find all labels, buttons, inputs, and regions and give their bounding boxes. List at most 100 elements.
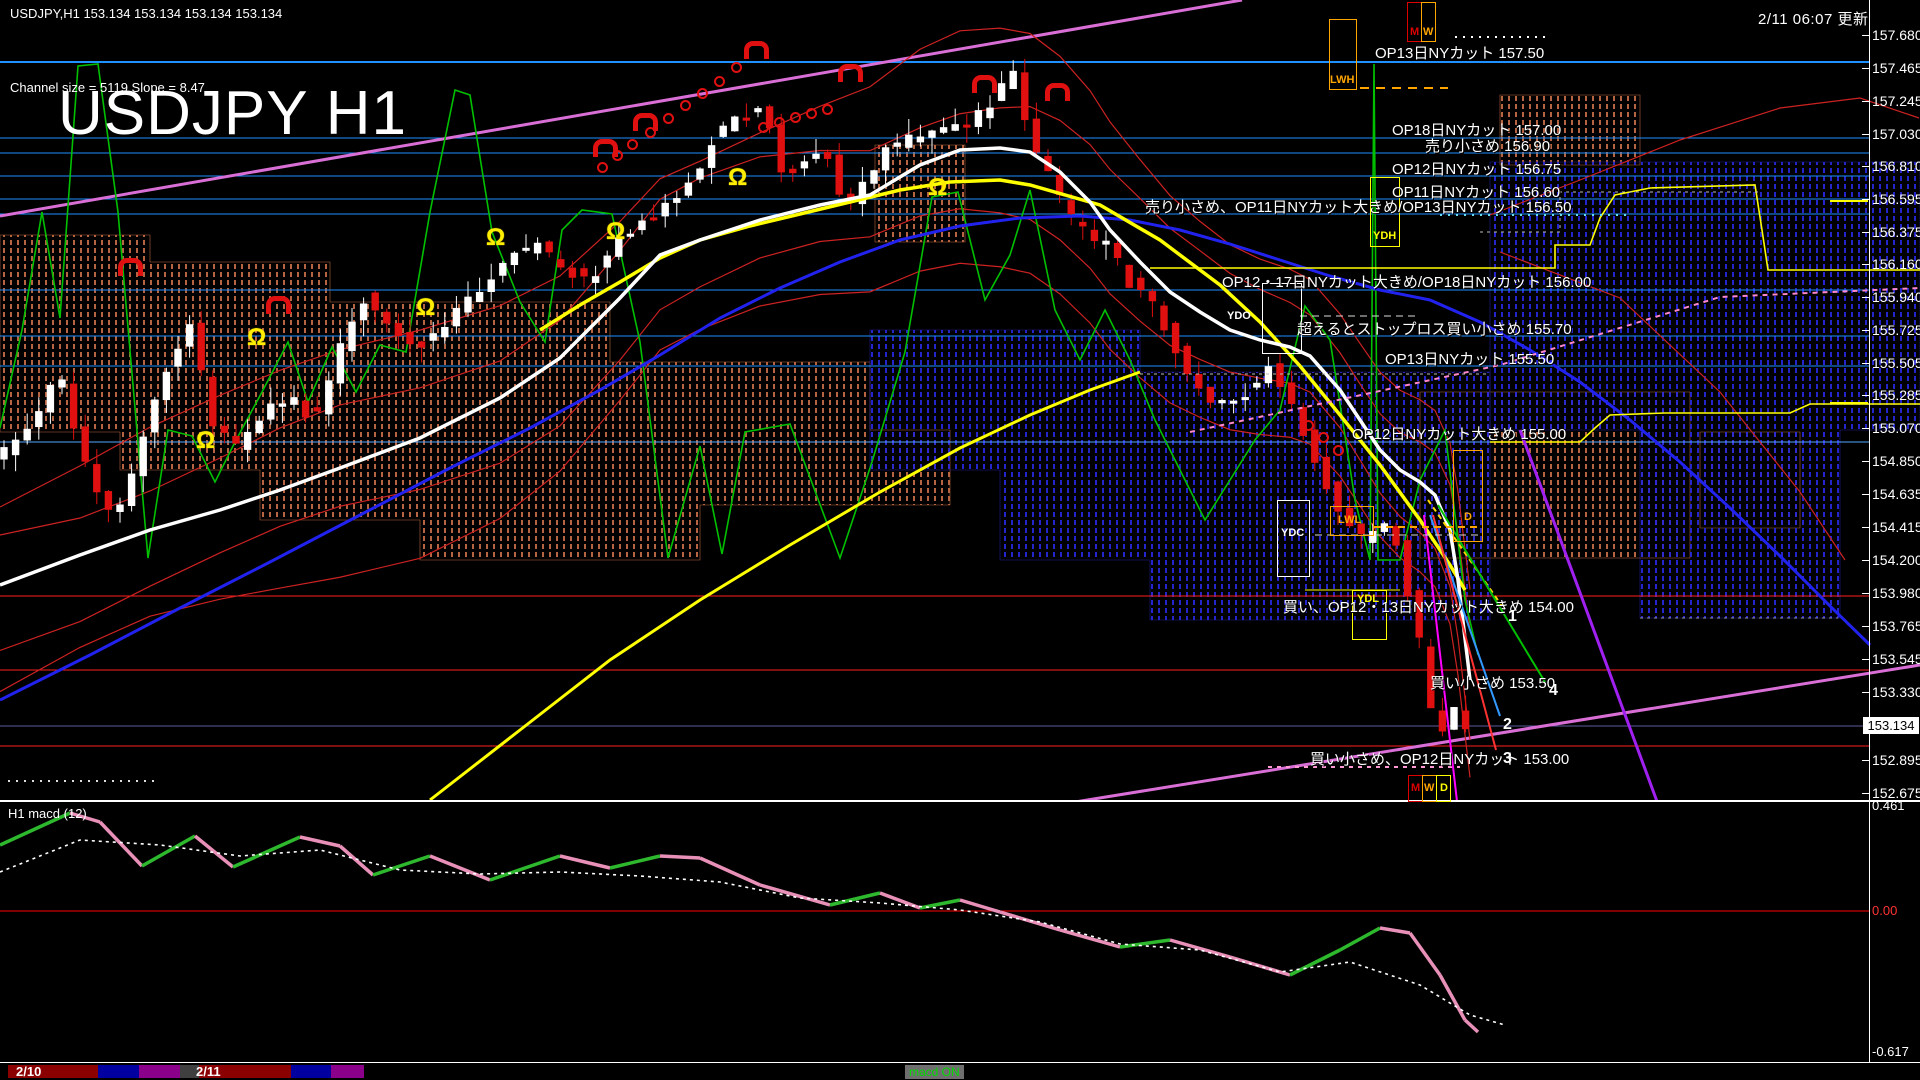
price-tick: 153.980: [1872, 585, 1920, 601]
box-w-bot-label: W: [1424, 782, 1434, 794]
count-marker: 2: [1503, 716, 1512, 734]
price-tick: 154.635: [1872, 486, 1920, 502]
tick-mark: [1862, 428, 1869, 429]
annotation-label[interactable]: 買い、OP12・13日NYカット大きめ 154.00: [1283, 596, 1574, 617]
annotation-label[interactable]: OP12日NYカット大きめ 155.00: [1352, 423, 1566, 444]
tick-mark: [1862, 199, 1869, 200]
box-m-top[interactable]: M: [1407, 2, 1422, 42]
count-marker: 4: [1549, 682, 1558, 700]
channel-info-label: Channel size = 5119 Slope = 8.47: [10, 80, 205, 95]
annotation-label[interactable]: OP12日NYカット 156.75: [1392, 158, 1561, 179]
box-d[interactable]: D: [1453, 450, 1483, 542]
dot-signal-icon: [1333, 445, 1344, 456]
price-tick: 157.465: [1872, 60, 1920, 76]
box-ydc[interactable]: YDC: [1277, 500, 1310, 577]
title-bar-text: USDJPY,H1 153.134 153.134 153.134 153.13…: [10, 6, 282, 21]
annotation-label[interactable]: OP12・17日NYカット大きめ/OP18日NYカット 156.00: [1222, 271, 1591, 292]
annotation-label[interactable]: 超えるとストップロス買い小さめ 155.70: [1297, 318, 1572, 339]
macd-axis-label: -0.617: [1872, 1044, 1909, 1059]
ichimoku-clouds: [0, 95, 1920, 620]
tick-mark: [1862, 793, 1869, 794]
annotation-label[interactable]: 買い小さめ、OP12日NYカット 153.00: [1310, 748, 1569, 769]
date-label: 2/10: [16, 1064, 41, 1079]
box-m-bot-label: M: [1411, 782, 1420, 794]
sell-signal-icon: [972, 75, 997, 93]
annotation-label[interactable]: 買い小さめ 153.50: [1430, 672, 1555, 693]
dot-signal-icon: [1303, 420, 1314, 431]
macd-axis-label: 0.00: [1872, 903, 1897, 918]
sell-signal-icon: [1045, 83, 1070, 101]
price-tick: 155.285: [1872, 387, 1920, 403]
tick-mark: [1862, 35, 1869, 36]
sell-signal-icon: [744, 41, 769, 59]
buy-signal-icon: Ω: [728, 168, 747, 188]
price-tick: 155.725: [1872, 322, 1920, 338]
annotation-label[interactable]: 売り小さめ、OP11日NYカット大きめ/OP13日NYカット 156.50: [1145, 196, 1572, 217]
macd-chart[interactable]: [0, 800, 1920, 1060]
box-m-bot[interactable]: M: [1408, 775, 1423, 802]
price-tick: 153.765: [1872, 618, 1920, 634]
price-tick: 153.330: [1872, 684, 1920, 700]
price-tick: 154.850: [1872, 453, 1920, 469]
tick-mark: [1862, 395, 1869, 396]
price-tick: 157.030: [1872, 126, 1920, 142]
tick-mark: [1862, 330, 1869, 331]
dot-signal-icon: [627, 139, 638, 150]
annotation-label[interactable]: 売り小さめ 156.90: [1425, 135, 1550, 156]
tick-mark: [1862, 527, 1869, 528]
box-ydo-label: YDO: [1227, 310, 1251, 322]
sell-signal-icon: [838, 64, 863, 82]
tick-mark: [1862, 560, 1869, 561]
macd-lines: [0, 813, 1869, 1032]
tick-mark: [1862, 494, 1869, 495]
pane-separator[interactable]: [0, 800, 1920, 802]
dot-signal-icon: [806, 108, 817, 119]
dot-signal-icon: [1318, 432, 1329, 443]
box-ydh-label: YDH: [1373, 230, 1396, 242]
tick-mark: [1862, 101, 1869, 102]
price-tick: 154.415: [1872, 519, 1920, 535]
box-lwh[interactable]: LWH: [1329, 19, 1357, 90]
buy-signal-icon: Ω: [486, 228, 505, 248]
price-tick: 153.545: [1872, 651, 1920, 667]
session-segment: [291, 1065, 331, 1078]
dot-signal-icon: [714, 76, 725, 87]
tick-mark: [1862, 166, 1869, 167]
current-price-badge: 153.134: [1863, 717, 1919, 734]
dot-signal-icon: [731, 62, 742, 73]
price-tick: 157.245: [1872, 93, 1920, 109]
axis-separator: [1869, 0, 1870, 1062]
macd-axis-label: 0.461: [1872, 798, 1905, 813]
dot-signal-icon: [663, 113, 674, 124]
tick-mark: [1862, 264, 1869, 265]
macd-indicator-label: H1 macd (12): [8, 806, 87, 821]
tick-mark: [1862, 760, 1869, 761]
tick-mark: [1862, 659, 1869, 660]
dot-signal-icon: [680, 100, 691, 111]
box-lwl[interactable]: LWL: [1330, 506, 1374, 536]
update-timestamp: 2/11 06:07 更新: [1758, 8, 1868, 29]
dot-signal-icon: [758, 122, 769, 133]
sell-signal-icon: [266, 296, 291, 314]
box-d-bot-label: D: [1440, 782, 1448, 794]
box-w-bot[interactable]: W: [1422, 775, 1437, 802]
count-marker: 1: [1508, 608, 1517, 626]
annotation-label[interactable]: OP13日NYカット 155.50: [1385, 348, 1554, 369]
tick-mark: [1862, 461, 1869, 462]
price-tick: 155.940: [1872, 289, 1920, 305]
price-tick: 156.375: [1872, 224, 1920, 240]
tick-mark: [1862, 692, 1869, 693]
annotation-label[interactable]: OP13日NYカット 157.50: [1375, 42, 1544, 63]
buy-signal-icon: Ω: [606, 222, 625, 242]
box-w-top[interactable]: W: [1421, 2, 1436, 42]
box-w-top-label: W: [1423, 26, 1433, 38]
tick-mark: [1862, 593, 1869, 594]
box-d-bot[interactable]: D: [1436, 775, 1451, 802]
box-d-label: D: [1464, 511, 1472, 523]
price-tick: 156.810: [1872, 158, 1920, 174]
tick-mark: [1862, 297, 1869, 298]
box-ydo[interactable]: YDO: [1262, 283, 1302, 354]
price-tick: 156.160: [1872, 256, 1920, 272]
buy-signal-icon: Ω: [416, 298, 435, 318]
macd-on-button[interactable]: macd ON: [905, 1065, 964, 1079]
